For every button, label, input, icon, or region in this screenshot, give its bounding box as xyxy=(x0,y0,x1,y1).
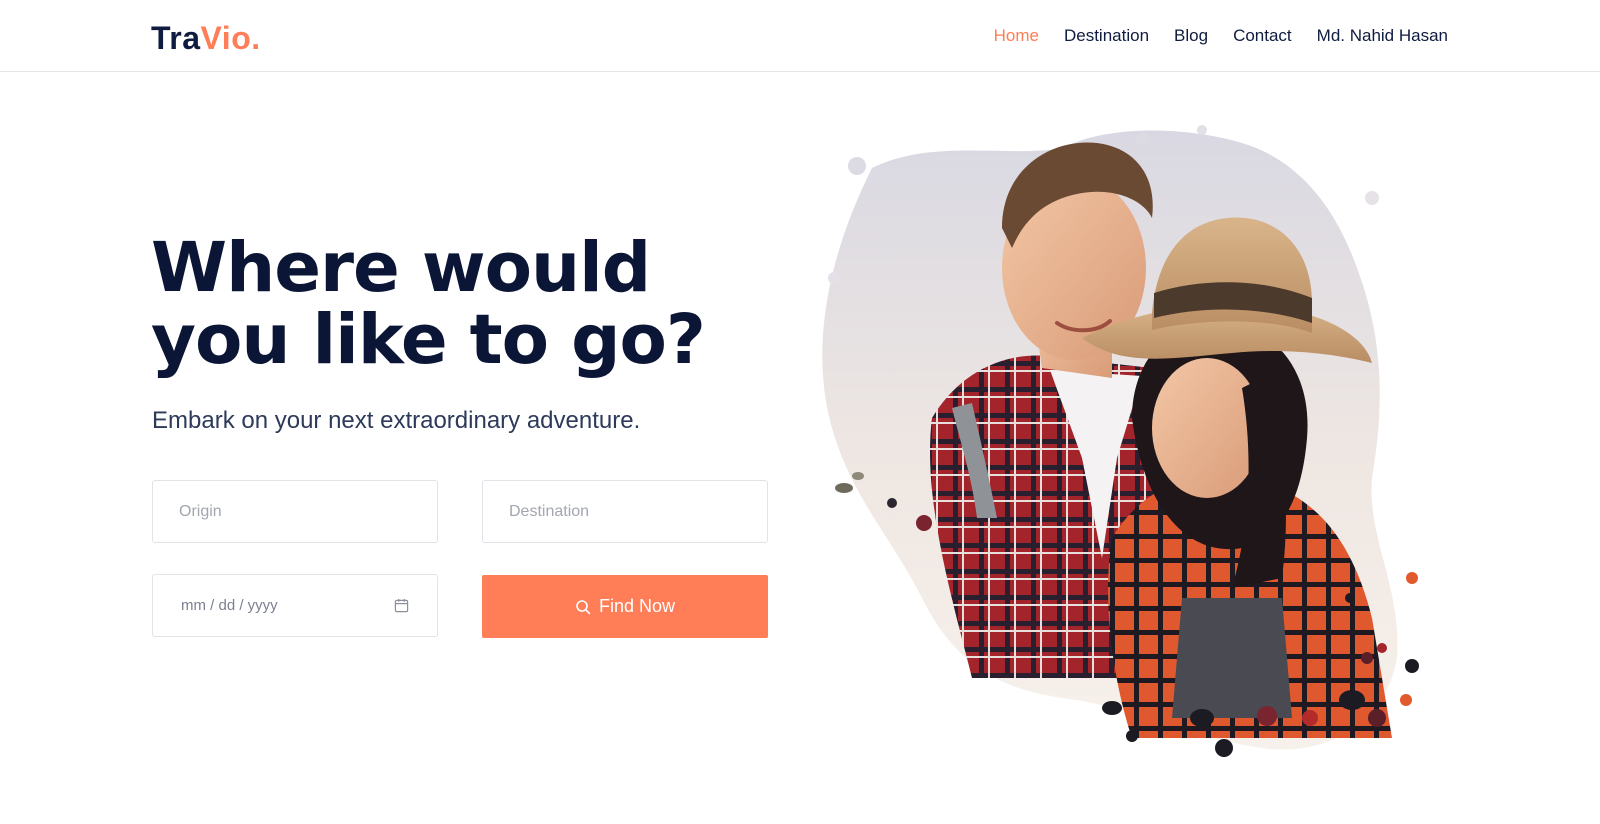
origin-input[interactable] xyxy=(152,480,438,543)
nav-contact[interactable]: Contact xyxy=(1233,26,1292,46)
find-now-label: Find Now xyxy=(598,596,676,616)
date-placeholder: mm / dd / yyyy xyxy=(181,597,278,614)
destination-input[interactable] xyxy=(482,480,768,543)
find-now-button[interactable]: Find Now xyxy=(482,575,768,638)
hero-subtitle: Embark on your next extraordinary advent… xyxy=(152,407,641,434)
calendar-icon[interactable] xyxy=(394,598,409,613)
logo-text-primary: Tra xyxy=(151,20,201,56)
logo-text-accent: Vio. xyxy=(200,20,261,56)
nav-destination[interactable]: Destination xyxy=(1064,26,1149,46)
nav-blog[interactable]: Blog xyxy=(1174,26,1208,46)
nav-home[interactable]: Home xyxy=(994,26,1039,46)
hero-title: Where would you like to go? xyxy=(151,228,706,380)
search-icon xyxy=(576,599,591,614)
travio-logo[interactable]: TraVio. xyxy=(151,18,261,58)
date-input[interactable]: mm / dd / yyyy xyxy=(152,574,438,637)
main-nav: Home Destination Blog Contact Md. Nahid … xyxy=(994,26,1448,46)
site-header: TraVio. Home Destination Blog Contact Md… xyxy=(0,0,1600,72)
hero-couple-image xyxy=(822,125,1419,757)
nav-user-name[interactable]: Md. Nahid Hasan xyxy=(1317,26,1448,46)
